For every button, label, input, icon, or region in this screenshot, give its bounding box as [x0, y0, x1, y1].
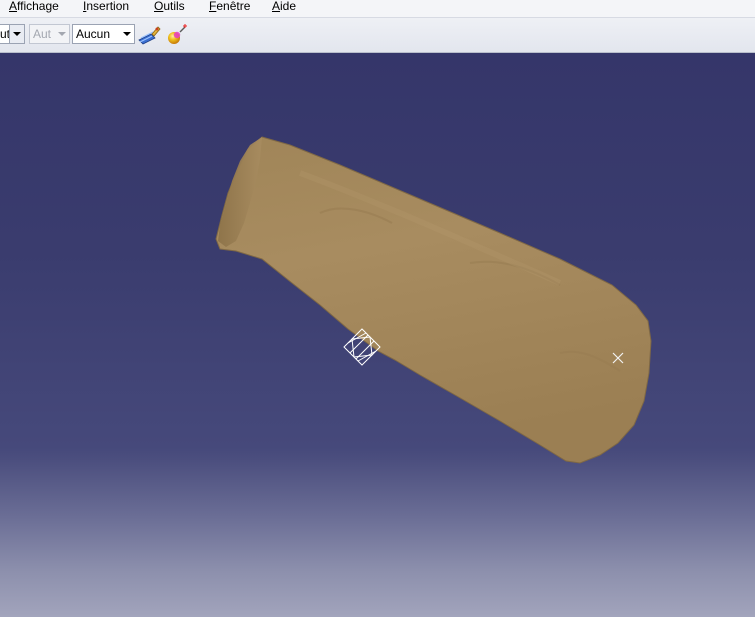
menu-fenetre[interactable]: Fenêtre — [209, 0, 250, 16]
line-type-combo[interactable]: ut — [0, 24, 25, 44]
menu-insertion[interactable]: Insertion — [83, 0, 129, 16]
auto-combo-value: Aut — [33, 28, 52, 41]
menu-affichage[interactable]: Affichage — [9, 0, 59, 16]
menu-outils-label: utils — [163, 0, 185, 13]
layer-combo[interactable]: Aucun — [72, 24, 135, 44]
3d-viewport[interactable] — [0, 53, 755, 617]
menu-bar: Affichage Insertion Outils Fenêtre Aide — [0, 0, 755, 18]
chevron-down-icon[interactable] — [9, 25, 24, 43]
menu-aide[interactable]: Aide — [272, 0, 296, 16]
scan-mesh-graphic[interactable] — [0, 53, 755, 617]
menu-outils[interactable]: Outils — [154, 0, 185, 16]
menu-aide-accel: A — [272, 0, 281, 13]
chevron-down-icon — [55, 25, 69, 43]
menu-outils-accel: O — [154, 0, 164, 13]
menu-insertion-label: nsertion — [86, 0, 130, 13]
menu-aide-label: ide — [280, 0, 297, 13]
layer-combo-value: Aucun — [76, 28, 111, 41]
menu-affichage-label: ffichage — [17, 0, 59, 13]
menu-affichage-accel: A — [9, 0, 18, 13]
chevron-down-icon[interactable] — [120, 25, 134, 43]
tube-body[interactable] — [215, 136, 652, 464]
auto-combo: Aut — [29, 24, 70, 44]
paint-brush-icon[interactable] — [137, 24, 161, 46]
toolbar: ut Aut Aucun — [0, 18, 755, 53]
pink-ball-icon[interactable] — [165, 24, 189, 46]
menu-fenetre-label: enêtre — [216, 0, 251, 13]
